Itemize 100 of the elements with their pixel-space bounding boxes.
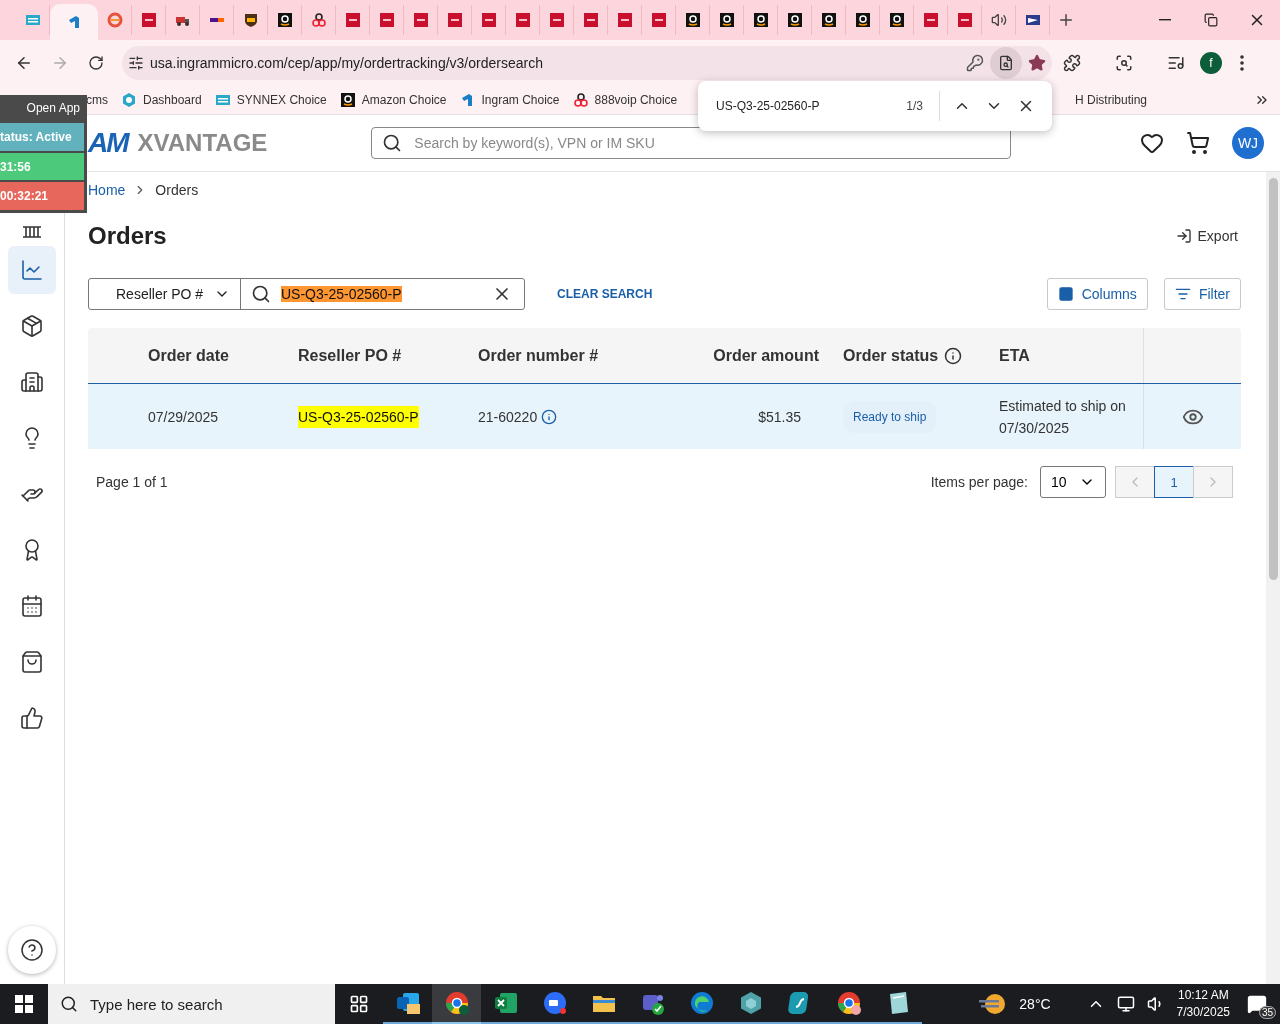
order-number-link[interactable]: 21-60220 [478,405,538,428]
column-header[interactable]: Order status [843,328,999,383]
square-logo-icon [446,12,463,28]
status-text: tatus: Active [0,123,84,151]
previous-page-button[interactable] [1115,466,1155,498]
task-view-icon [349,994,369,1014]
network-icon[interactable] [1116,995,1135,1013]
columns-building-icon [22,226,42,238]
minimize-icon [1159,19,1171,21]
notification-count: 35 [1258,1006,1276,1019]
profile-avatar[interactable]: f [1200,51,1222,74]
stripes-logo-icon [24,12,41,28]
search-icon [382,133,403,153]
url-text: usa.ingrammicro.com/cep/app/my/ordertracking/v3/ordersearch [150,54,544,71]
total-time: 00:32:21 [0,182,84,210]
clear-search-link[interactable]: CLEAR SEARCH [557,287,653,301]
info-icon[interactable] [944,346,963,365]
logo-text: XVANTAGE [137,129,268,157]
bookmark-link[interactable]: 888voip Choice [572,91,678,108]
scan-search-icon [1115,53,1133,72]
video-app-icon [541,990,568,1016]
per-page-select[interactable]: 10 [1040,466,1106,498]
square-logo-icon [480,12,497,28]
cart-icon[interactable] [1186,131,1210,155]
open-app-link[interactable]: Open App [0,95,84,121]
bookmark-star-icon[interactable] [1028,53,1046,72]
bookmark-link[interactable]: Ingram Choice [459,91,560,108]
weather-icon [977,992,1008,1016]
taskbar-search-input[interactable]: Type here to search [88,994,323,1014]
mail-app-icon [394,990,421,1016]
swirl-logo-icon [106,12,123,28]
hexagon-icon [121,91,137,108]
bookmark-link[interactable]: Amazon Choice [339,91,447,108]
column-header[interactable]: Order date [88,328,298,383]
items-per-page-label: Items per page: [930,474,1028,490]
square-logo-icon [922,12,939,28]
browser-icon [835,990,862,1016]
bag-icon [20,650,44,674]
match-count: 1/3 [906,99,923,113]
square-logo-icon [956,12,973,28]
column-header[interactable]: Order number # [478,328,700,383]
taskbar-search-box[interactable]: Type here to search [48,984,335,1024]
smile-logo-icon [276,12,293,28]
plus-icon [1057,11,1075,29]
box-icon [20,314,44,338]
smile-logo-icon [854,12,871,28]
menu-icon [1240,54,1244,71]
taskbar-app[interactable] [432,984,481,1024]
address-bar[interactable]: usa.ingrammicro.com/cep/app/my/ordertracking/v3/ordersearch [122,45,1052,80]
square-logo-icon [412,12,429,28]
logo-icon [66,14,82,30]
smile-logo-icon [752,12,769,28]
export-icon [1175,228,1192,244]
export-button[interactable]: Export [1172,228,1241,244]
bookmark-link[interactable]: SYNNEX Choice [214,91,327,108]
site-info-icon[interactable] [128,54,144,71]
restore-icon [1204,13,1218,27]
page-button[interactable]: 1 [1154,466,1194,498]
eagle-logo-icon [1024,12,1041,28]
breadcrumb-link[interactable]: Home [88,182,126,198]
rings-icon [572,91,589,108]
clock[interactable]: 10:12 AM 7/30/2025 [1176,987,1230,1021]
search-icon [60,995,78,1013]
page-summary: Page 1 of 1 [96,474,168,490]
table-cell-text: Estimated to ship on 07/30/2025 [999,396,1127,438]
scrollbar[interactable] [1266,172,1280,984]
user-avatar[interactable]: WJ [1232,127,1264,159]
info-icon[interactable] [541,408,558,425]
columns-button[interactable]: Columns [1046,278,1148,310]
filter-button[interactable]: Filter [1163,278,1241,310]
smile-logo-icon [684,12,701,28]
logo-text: AM [88,127,128,159]
column-header[interactable]: Order amount [700,328,843,383]
square-logo-icon [344,12,361,28]
elapsed-time: 31:56 [0,152,84,181]
table-cell-text: $51.35 [757,407,802,427]
table-cell-text: 07/29/2025 [147,407,220,427]
shield-icon [242,12,259,28]
square-logo-icon [378,12,395,28]
column-header[interactable]: ETA [999,328,1143,383]
columns-icon [1057,286,1074,302]
table-row[interactable]: 07/29/2025 US-Q3-25-02560-P 21-60220 $51.35 Ready to ship Estimated to ship on 07/30/2025 [88,384,1241,449]
po-text: US-Q3-25-02560-P [298,405,419,428]
column-header[interactable]: Reseller PO # [298,328,478,383]
smile-logo-icon [786,12,803,28]
find-page-button[interactable] [990,46,1022,79]
bookmark-link[interactable]: Dashboard [121,91,202,108]
chart-icon [20,258,44,282]
wave-browser-icon [688,990,715,1016]
temperature-text: 28°C [1019,996,1051,1012]
bookmark-link[interactable]: cms [86,92,108,107]
help-icon [20,938,44,962]
spreadsheet-icon [492,990,519,1016]
heart-icon[interactable] [1140,131,1164,155]
bookmark-link[interactable]: H Distributing [1074,92,1147,107]
search-box[interactable]: Search by keyword(s), VPN or IM SKU [371,127,1012,159]
key-icon[interactable] [966,53,984,72]
browser-icon [443,990,470,1016]
reload-icon [88,54,104,71]
building-icon [20,370,44,394]
